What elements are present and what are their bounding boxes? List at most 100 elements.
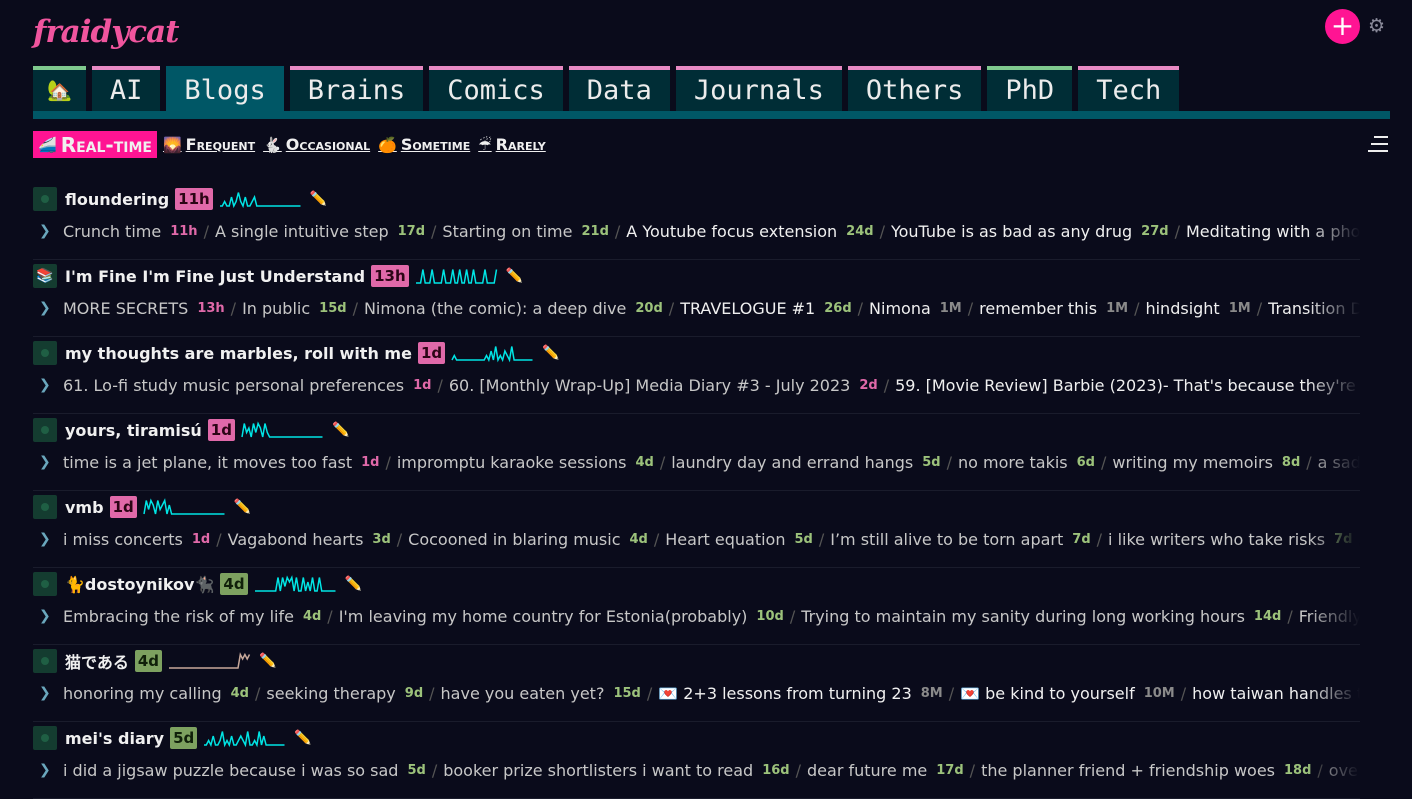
feed-avatar-icon[interactable]: 📚 xyxy=(33,264,57,288)
post-link[interactable]: have you eaten yet? xyxy=(441,684,605,703)
post-link[interactable]: Heart equation xyxy=(665,530,785,549)
chevron-right-icon[interactable]: ❯ xyxy=(33,377,63,393)
post-link[interactable]: Meditating with a phone app xyxy=(1186,222,1360,241)
feed-name-link[interactable]: 猫である xyxy=(65,649,129,673)
pencil-edit-icon[interactable]: ✏️ xyxy=(332,422,349,438)
feed-name-link[interactable]: my thoughts are marbles, roll with me xyxy=(65,344,412,363)
pencil-edit-icon[interactable]: ✏️ xyxy=(294,730,311,746)
post-link[interactable]: overcoming the fear xyxy=(1329,761,1360,780)
tab-comics[interactable]: Comics xyxy=(429,66,563,111)
tab-home[interactable]: 🏡 xyxy=(33,66,86,111)
chevron-right-icon[interactable]: ❯ xyxy=(33,454,63,470)
post-list: ❯ Crunch time 11h / A single intuitive step 1… xyxy=(33,218,1360,244)
tab-tech[interactable]: Tech xyxy=(1078,66,1180,111)
post-link[interactable]: i miss concerts xyxy=(63,530,183,549)
post-link[interactable]: 💌 be kind to yourself xyxy=(960,684,1135,703)
post-link[interactable]: A single intuitive step xyxy=(215,222,389,241)
post-link[interactable]: Trying to maintain my sanity during long… xyxy=(801,607,1245,626)
post-link[interactable]: hindsight xyxy=(1145,299,1219,318)
filter-occasional[interactable]: 🐇 Occasional xyxy=(261,135,372,154)
post-link[interactable]: writing my memoirs xyxy=(1112,453,1273,472)
post-link[interactable]: remember this xyxy=(979,299,1097,318)
pencil-edit-icon[interactable]: ✏️ xyxy=(234,499,251,515)
feed-name-link[interactable]: floundering xyxy=(65,190,169,209)
feed-avatar-icon[interactable] xyxy=(33,649,57,673)
post-link[interactable]: time is a jet plane, it moves too fast xyxy=(63,453,352,472)
avatar-dot xyxy=(41,734,49,742)
pencil-edit-icon[interactable]: ✏️ xyxy=(506,268,523,284)
post-link[interactable]: honoring my calling xyxy=(63,684,222,703)
feed-name-link[interactable]: mei's diary xyxy=(65,729,164,748)
pencil-edit-icon[interactable]: ✏️ xyxy=(345,576,362,592)
feed-avatar-icon[interactable] xyxy=(33,341,57,365)
post-link[interactable]: TRAVELOGUE #1 xyxy=(680,299,815,318)
post-link[interactable]: 💌 2+3 lessons from turning 23 xyxy=(658,684,912,703)
add-feed-button[interactable]: + xyxy=(1325,9,1360,44)
post-link[interactable]: YouTube is as bad as any drug xyxy=(891,222,1132,241)
post-link[interactable]: I'm leaving my home country for Estonia(… xyxy=(339,607,748,626)
filter-frequent[interactable]: 🌄 Frequent xyxy=(161,135,257,154)
post-link[interactable]: 61. Lo-fi study music personal preferenc… xyxy=(63,376,404,395)
post-link[interactable]: In public xyxy=(242,299,310,318)
post-link[interactable]: booker prize shortlisters i want to read xyxy=(443,761,753,780)
feed-avatar-icon[interactable] xyxy=(33,495,57,519)
feed-avatar-icon[interactable] xyxy=(33,572,57,596)
tab-journals[interactable]: Journals xyxy=(675,66,842,111)
filter-rarely[interactable]: ☔ Rarely xyxy=(476,135,548,154)
feed-name-link[interactable]: 🐈dostoynikov🐈‍⬛ xyxy=(65,575,214,594)
tab-ai[interactable]: AI xyxy=(91,66,161,111)
post-link[interactable]: impromptu karaoke sessions xyxy=(397,453,627,472)
filter-sometime[interactable]: 🍊 Sometime xyxy=(376,135,472,154)
feed-name-link[interactable]: vmb xyxy=(65,498,104,517)
pencil-edit-icon[interactable]: ✏️ xyxy=(542,345,559,361)
post-link[interactable]: Friendly reminder xyxy=(1299,607,1360,626)
post-link[interactable]: no more takis xyxy=(958,453,1068,472)
post-link[interactable]: i like writers who take risks xyxy=(1108,530,1325,549)
feed-avatar-icon[interactable] xyxy=(33,726,57,750)
post-link[interactable]: Starting on time xyxy=(442,222,572,241)
post-link[interactable]: Cocooned in blaring music xyxy=(408,530,620,549)
post-link[interactable]: MORE SECRETS xyxy=(63,299,188,318)
tab-phd[interactable]: PhD xyxy=(987,66,1073,111)
feed-row: 猫である 4d ✏️ ❯ honoring my calling 4d / seeking t… xyxy=(33,645,1360,722)
post-link[interactable]: Nimona (the comic): a deep dive xyxy=(364,299,626,318)
tab-brains[interactable]: Brains xyxy=(289,66,424,111)
post-link[interactable]: Embracing the risk of my life xyxy=(63,607,294,626)
post-link[interactable]: i did a jigsaw puzzle because i was so s… xyxy=(63,761,398,780)
tab-data[interactable]: Data xyxy=(568,66,670,111)
post-link[interactable]: dear future me xyxy=(807,761,927,780)
post-link[interactable]: Nimona xyxy=(869,299,931,318)
chevron-right-icon[interactable]: ❯ xyxy=(33,223,63,239)
feed-avatar-icon[interactable] xyxy=(33,187,57,211)
chevron-right-icon[interactable]: ❯ xyxy=(33,531,63,547)
post-link[interactable]: Vagabond hearts xyxy=(228,530,364,549)
hamburger-icon[interactable] xyxy=(1368,136,1388,157)
post-link[interactable]: the planner friend + friendship woes xyxy=(981,761,1275,780)
post-age: 1M xyxy=(1228,300,1251,316)
post-link[interactable]: Crunch time xyxy=(63,222,161,241)
post-link[interactable]: 60. [Monthly Wrap-Up] Media Diary #3 - J… xyxy=(449,376,850,395)
pencil-edit-icon[interactable]: ✏️ xyxy=(310,191,327,207)
chevron-right-icon[interactable]: ❯ xyxy=(33,762,63,778)
tab-blogs[interactable]: Blogs xyxy=(166,66,284,111)
chevron-right-icon[interactable]: ❯ xyxy=(33,685,63,701)
post-link[interactable]: 59. [Movie Review] Barbie (2023)- That's… xyxy=(895,376,1360,395)
chevron-right-icon[interactable]: ❯ xyxy=(33,608,63,624)
tab-others[interactable]: Others xyxy=(847,66,982,111)
post-link[interactable]: Transition Diary #4: Shaving xyxy=(1268,299,1360,318)
post-link[interactable]: I’m still alive to be torn apart xyxy=(830,530,1063,549)
post-link[interactable]: laundry day and errand hangs xyxy=(671,453,913,472)
feed-name-link[interactable]: I'm Fine I'm Fine Just Understand xyxy=(65,267,365,286)
pencil-edit-icon[interactable]: ✏️ xyxy=(259,653,276,669)
app-logo[interactable]: fraidycat xyxy=(33,14,180,50)
post-link[interactable]: A Youtube focus extension xyxy=(626,222,837,241)
filter-real-time[interactable]: 🚄 Real-time xyxy=(33,131,157,158)
gear-icon[interactable]: ⚙ xyxy=(1368,15,1385,37)
feed-name-link[interactable]: yours, tiramisú xyxy=(65,421,202,440)
post-link[interactable]: how taiwan handles trash xyxy=(1192,684,1360,703)
post-age: 7d xyxy=(1072,531,1091,547)
feed-avatar-icon[interactable] xyxy=(33,418,57,442)
post-link[interactable]: seeking therapy xyxy=(266,684,395,703)
post-link[interactable]: a sad game of phone tag xyxy=(1318,453,1360,472)
chevron-right-icon[interactable]: ❯ xyxy=(33,300,63,316)
